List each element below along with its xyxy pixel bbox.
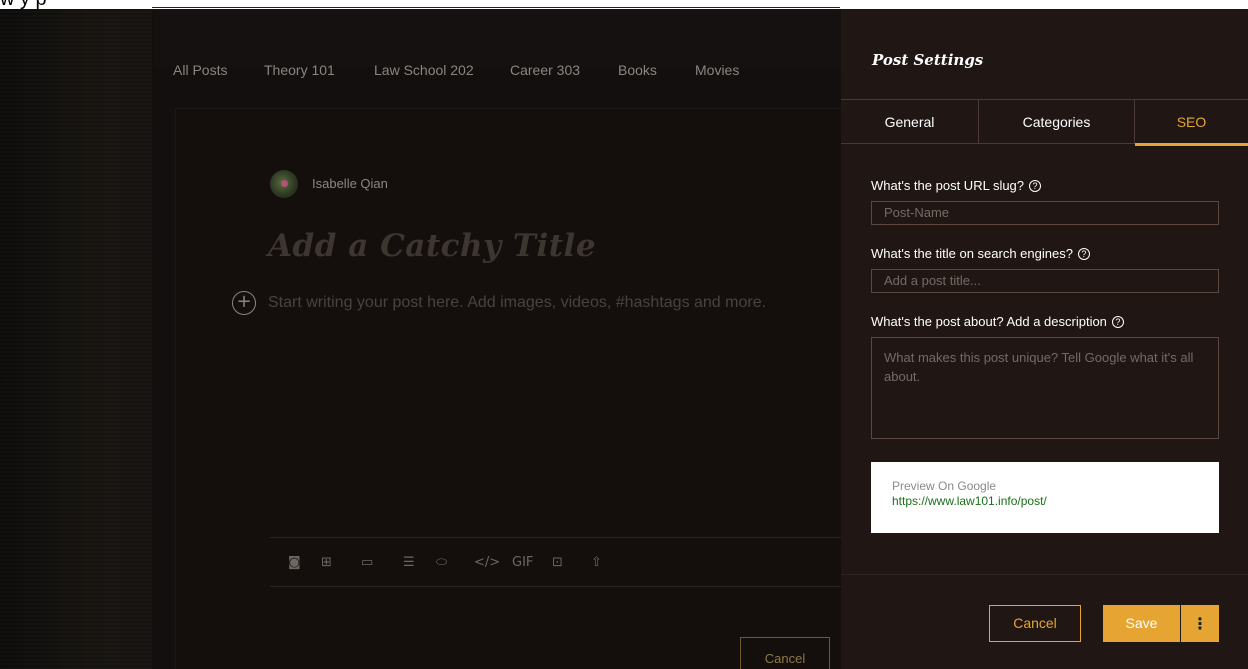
cancel-button[interactable]: Cancel [989,605,1081,642]
more-options-icon[interactable]: ⋮ [1181,605,1219,642]
preview-url: https://www.law101.info/post/ [892,494,1047,508]
tab-seo[interactable]: SEO [1135,100,1248,146]
button-icon[interactable]: ⬭ [436,555,447,570]
help-icon[interactable]: ? [1029,180,1042,192]
embed-icon[interactable]: ⊡ [552,555,563,570]
nav-item-theory-101[interactable]: Theory 101 [264,62,335,78]
slug-input[interactable]: Post-Name [871,201,1219,225]
nav-item-career-303[interactable]: Career 303 [510,62,580,78]
slug-input-value: Post-Name [884,205,950,220]
help-icon[interactable]: ? [1077,248,1090,260]
google-preview-card: Preview On Google https://www.law101.inf… [871,462,1219,533]
nav-item-law-school-202[interactable]: Law School 202 [374,62,474,78]
blog-category-nav [155,9,841,67]
post-title-input[interactable]: Add a Catchy Title [268,228,596,264]
slug-label-text: What's the post URL slug? [871,178,1025,193]
code-icon[interactable]: </> [474,555,500,570]
settings-tabs: General Categories SEO [841,99,1248,146]
panel-footer-divider [841,574,1248,575]
divider-icon[interactable]: ☰ [403,555,415,570]
top-strip: w y p [0,0,1248,9]
avatar-flower [281,180,288,187]
nav-item-all-posts[interactable]: All Posts [173,62,227,78]
preview-heading: Preview On Google [892,479,997,493]
seo-title-label-text: What's the title on search engines? [871,246,1073,261]
gif-icon[interactable]: GIF [512,555,533,570]
help-icon[interactable]: ? [1111,316,1124,328]
author-name: Isabelle Qian [312,176,388,191]
author-avatar [270,170,298,198]
seo-title-label: What's the title on search engines?? [871,246,1090,261]
editor-cancel-button[interactable]: Cancel [740,637,830,669]
editor-toolbar: ◙ ⊞ ▭ ☰ ⬭ </> GIF ⊡ ⇧ [270,537,841,587]
post-body-input[interactable]: Start writing your post here. Add images… [268,294,766,312]
seo-title-input[interactable]: Add a post title... [871,269,1219,293]
seo-title-input-placeholder: Add a post title... [884,273,981,288]
camera-icon[interactable]: ◙ [288,555,301,570]
add-content-plus-icon[interactable]: + [232,291,256,315]
panel-title: Post Settings [872,51,984,69]
top-strip-rule [152,7,840,8]
nav-item-books[interactable]: Books [618,62,657,78]
description-label: What's the post about? Add a description… [871,314,1124,329]
description-label-text: What's the post about? Add a description [871,314,1107,329]
save-button[interactable]: Save [1103,605,1180,642]
tab-categories[interactable]: Categories [979,100,1135,144]
left-edge-shade [0,9,152,669]
upload-icon[interactable]: ⇧ [591,555,602,570]
tab-general[interactable]: General [841,100,979,144]
gallery-icon[interactable]: ⊞ [321,555,332,570]
slug-label: What's the post URL slug?? [871,178,1042,193]
video-icon[interactable]: ▭ [361,555,373,570]
nav-item-movies[interactable]: Movies [695,62,739,78]
top-strip-partial-text: w y p [0,0,47,9]
description-textarea[interactable]: What makes this post unique? Tell Google… [871,337,1219,439]
